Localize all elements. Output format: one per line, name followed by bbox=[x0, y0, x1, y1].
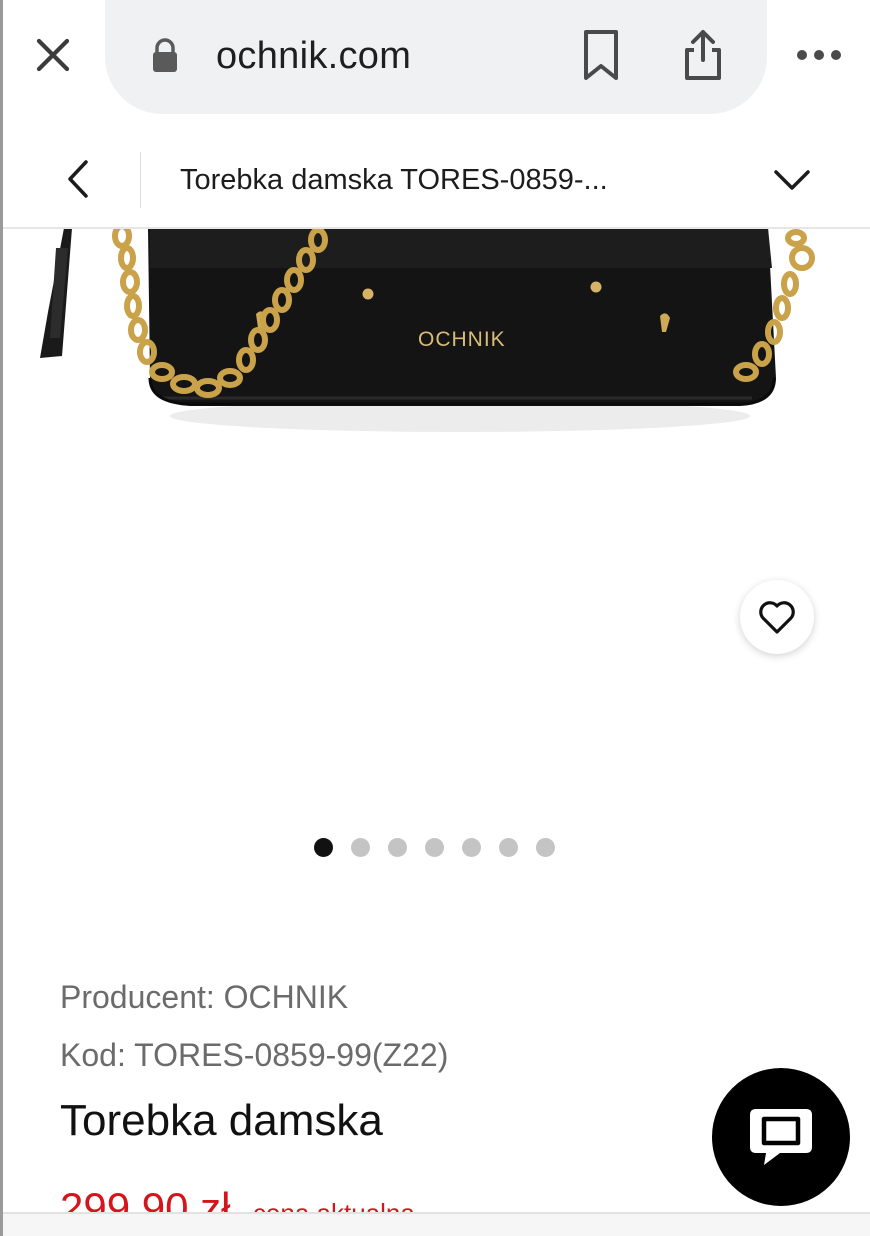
carousel-dot[interactable] bbox=[314, 838, 333, 857]
carousel-dots bbox=[314, 838, 555, 858]
close-button[interactable] bbox=[30, 32, 76, 78]
price-label: cena aktualna bbox=[253, 1185, 415, 1212]
window-edge bbox=[0, 0, 3, 1236]
carousel-dot[interactable] bbox=[351, 838, 370, 857]
more-icon[interactable] bbox=[792, 40, 848, 70]
heart-icon bbox=[759, 601, 795, 634]
product-name: Torebka damska bbox=[60, 1096, 383, 1145]
url-text: ochnik.com bbox=[216, 35, 412, 77]
bottom-bar bbox=[0, 1212, 870, 1236]
carousel-dot[interactable] bbox=[425, 838, 444, 857]
price: 299,90 zł bbox=[60, 1184, 231, 1212]
lock-icon bbox=[153, 38, 177, 72]
carousel-dot[interactable] bbox=[499, 838, 518, 857]
chevron-down-icon[interactable] bbox=[768, 158, 816, 202]
product-header: Torebka damska TORES-0859-... bbox=[0, 130, 870, 229]
bookmark-icon[interactable] bbox=[578, 28, 624, 82]
header-divider bbox=[140, 152, 141, 208]
chat-button[interactable] bbox=[712, 1068, 850, 1206]
product-image[interactable]: OCHNIK bbox=[0, 228, 870, 458]
wishlist-button[interactable] bbox=[740, 580, 814, 654]
carousel-dot[interactable] bbox=[462, 838, 481, 857]
chat-icon bbox=[750, 1109, 812, 1165]
price-row: 299,90 zł cena aktualna bbox=[60, 1180, 415, 1212]
browser-toolbar: ochnik.com bbox=[0, 0, 870, 122]
carousel-dot[interactable] bbox=[536, 838, 555, 857]
share-icon[interactable] bbox=[678, 26, 728, 84]
header-title: Torebka damska TORES-0859-... bbox=[180, 164, 608, 196]
close-icon bbox=[36, 38, 70, 72]
page: ochnik.com Torebka damska TORES-0859-... bbox=[0, 0, 870, 1236]
brand-logo: OCHNIK bbox=[418, 328, 506, 351]
producer-text: Producent: OCHNIK bbox=[60, 979, 349, 1015]
address-bar[interactable] bbox=[105, 0, 767, 114]
chevron-left-icon[interactable] bbox=[56, 156, 102, 202]
product-code: Kod: TORES-0859-99(Z22) bbox=[60, 1037, 449, 1073]
carousel-dot[interactable] bbox=[388, 838, 407, 857]
